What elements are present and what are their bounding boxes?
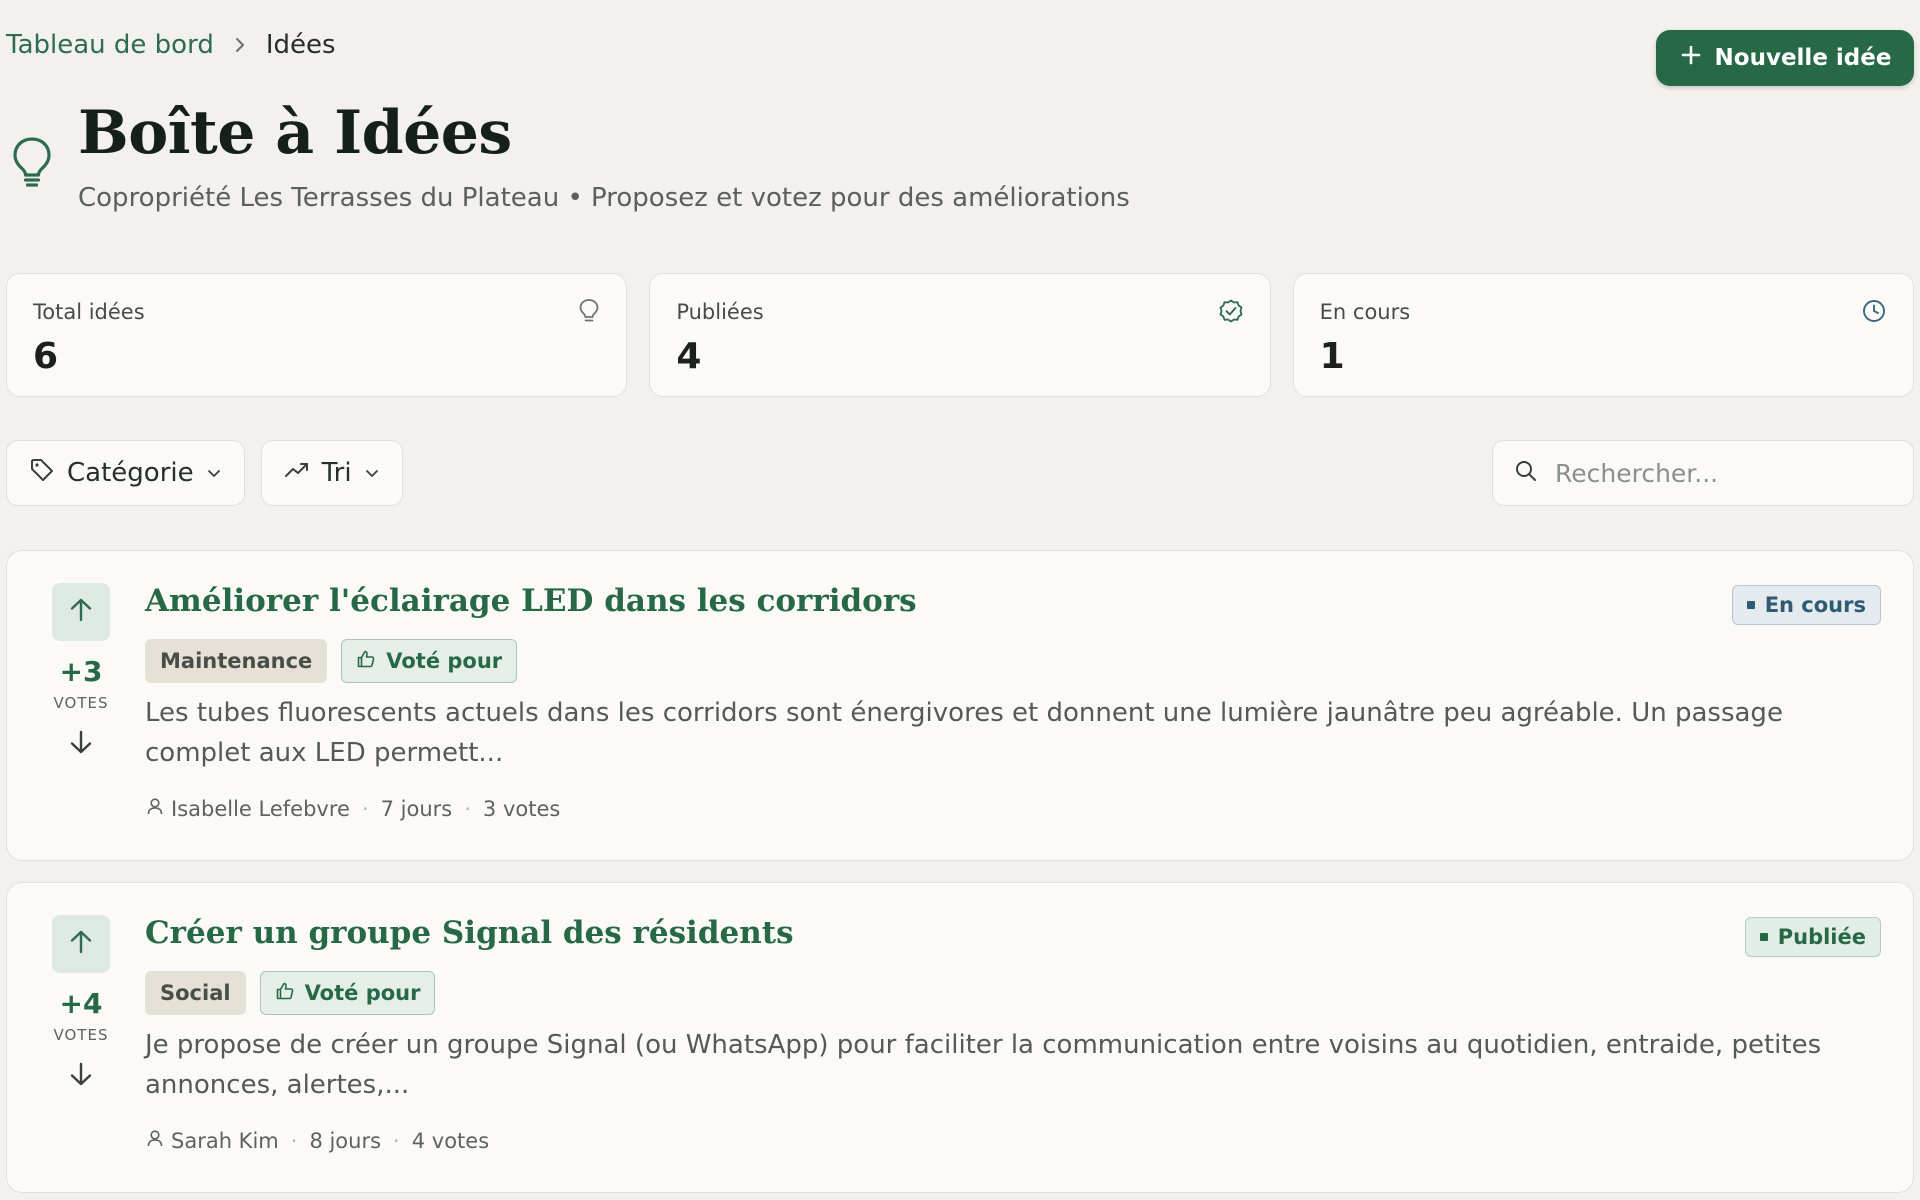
meta-separator: · [290, 1128, 298, 1153]
search-icon [1513, 458, 1539, 488]
author: Isabelle Lefebvre [145, 796, 350, 821]
status-label: Publiée [1777, 925, 1866, 949]
voted-label: Voté pour [386, 649, 503, 673]
page-title: Boîte à Idées [78, 98, 512, 168]
tag-icon [29, 457, 55, 490]
idea-card[interactable]: +4 VOTES Créer un groupe Signal des rési… [6, 882, 1914, 1193]
idea-title[interactable]: Améliorer l'éclairage LED dans les corri… [145, 583, 917, 619]
arrow-up-icon [68, 928, 94, 960]
idea-age: 7 jours [380, 796, 453, 821]
new-idea-button[interactable]: Nouvelle idée [1656, 30, 1914, 86]
category-filter-label: Catégorie [67, 458, 194, 488]
idea-vote-count: 3 votes [482, 796, 561, 821]
thumbs-up-icon [356, 649, 376, 674]
vote-score: +3 [59, 655, 103, 688]
author-name: Sarah Kim [171, 1128, 279, 1153]
status-dot [1759, 933, 1768, 941]
stat-card-published: Publiées 4 [649, 273, 1271, 397]
votes-label: VOTES [53, 694, 109, 712]
thumbs-up-icon [275, 981, 295, 1006]
trending-up-icon [284, 457, 310, 490]
status-label: En cours [1764, 593, 1866, 617]
downvote-button[interactable] [52, 1056, 110, 1096]
idea-description: Je propose de créer un groupe Signal (ou… [145, 1030, 1822, 1100]
user-icon [145, 1128, 165, 1153]
meta-separator: · [464, 796, 471, 821]
idea-card[interactable]: +3 VOTES Améliorer l'éclairage LED dans … [6, 550, 1914, 861]
stat-value: 6 [33, 336, 59, 377]
category-tag: Maintenance [145, 639, 328, 683]
stat-card-total: Total idées 6 [6, 273, 628, 397]
status-badge: En cours [1731, 585, 1881, 625]
idea-tags: Social Voté pour [145, 971, 436, 1015]
breadcrumb: Tableau de bord Idées [6, 30, 336, 60]
votes-label: VOTES [53, 1026, 109, 1044]
plus-icon [1679, 43, 1703, 73]
category-filter-button[interactable]: Catégorie [6, 440, 245, 506]
upvote-button[interactable] [52, 915, 110, 973]
idea-meta: Isabelle Lefebvre · 7 jours · 3 votes [145, 796, 560, 821]
idea-description: Les tubes fluorescents actuels dans les … [145, 698, 1783, 768]
chevron-right-icon [232, 35, 248, 55]
breadcrumb-current: Idées [265, 30, 336, 60]
arrow-down-icon [68, 728, 94, 760]
stat-card-in-progress: En cours 1 [1292, 273, 1914, 397]
check-circle-icon [1218, 298, 1244, 328]
status-badge: Publiée [1744, 917, 1881, 957]
category-tag: Social [145, 971, 246, 1015]
status-dot [1746, 601, 1755, 609]
vote-score: +4 [59, 987, 103, 1020]
stat-label: Publiées [676, 300, 764, 324]
search-box [1492, 440, 1914, 506]
lightbulb-icon [12, 136, 52, 192]
search-input[interactable] [1553, 457, 1877, 489]
page: Tableau de bord Idées Nouvelle idée Boît… [6, 0, 1914, 1200]
filters-bar: Catégorie Tri [6, 440, 403, 506]
lightbulb-icon [578, 298, 600, 328]
sort-button[interactable]: Tri [260, 440, 403, 506]
voted-label: Voté pour [304, 981, 421, 1005]
arrow-down-icon [68, 1060, 94, 1092]
breadcrumb-dashboard-link[interactable]: Tableau de bord [6, 30, 214, 60]
user-icon [145, 796, 165, 821]
sort-label: Tri [321, 458, 352, 488]
author: Sarah Kim [145, 1128, 279, 1153]
chevron-down-icon [364, 458, 380, 488]
stat-value: 1 [1319, 336, 1345, 377]
chevron-down-icon [206, 458, 222, 488]
vote-column: +3 VOTES [51, 583, 111, 764]
idea-meta: Sarah Kim · 8 jours · 4 votes [145, 1128, 489, 1153]
author-name: Isabelle Lefebvre [171, 796, 350, 821]
stat-label: En cours [1319, 300, 1411, 324]
arrow-up-icon [68, 596, 94, 628]
voted-badge: Voté pour [341, 639, 518, 683]
page-subtitle: Copropriété Les Terrasses du Plateau • P… [78, 183, 1130, 213]
vote-column: +4 VOTES [51, 915, 111, 1096]
voted-badge: Voté pour [259, 971, 436, 1015]
stats-row: Total idées 6 Publiées 4 En cours 1 [6, 273, 1914, 397]
meta-separator: · [393, 1128, 400, 1153]
clock-icon [1861, 298, 1887, 328]
meta-separator: · [361, 796, 369, 821]
idea-title[interactable]: Créer un groupe Signal des résidents [145, 915, 794, 951]
new-idea-label: Nouvelle idée [1714, 45, 1892, 71]
stat-value: 4 [676, 336, 702, 377]
stat-label: Total idées [33, 300, 145, 324]
upvote-button[interactable] [52, 583, 110, 641]
idea-vote-count: 4 votes [411, 1128, 490, 1153]
downvote-button[interactable] [52, 724, 110, 764]
idea-tags: Maintenance Voté pour [145, 639, 518, 683]
idea-age: 8 jours [309, 1128, 382, 1153]
